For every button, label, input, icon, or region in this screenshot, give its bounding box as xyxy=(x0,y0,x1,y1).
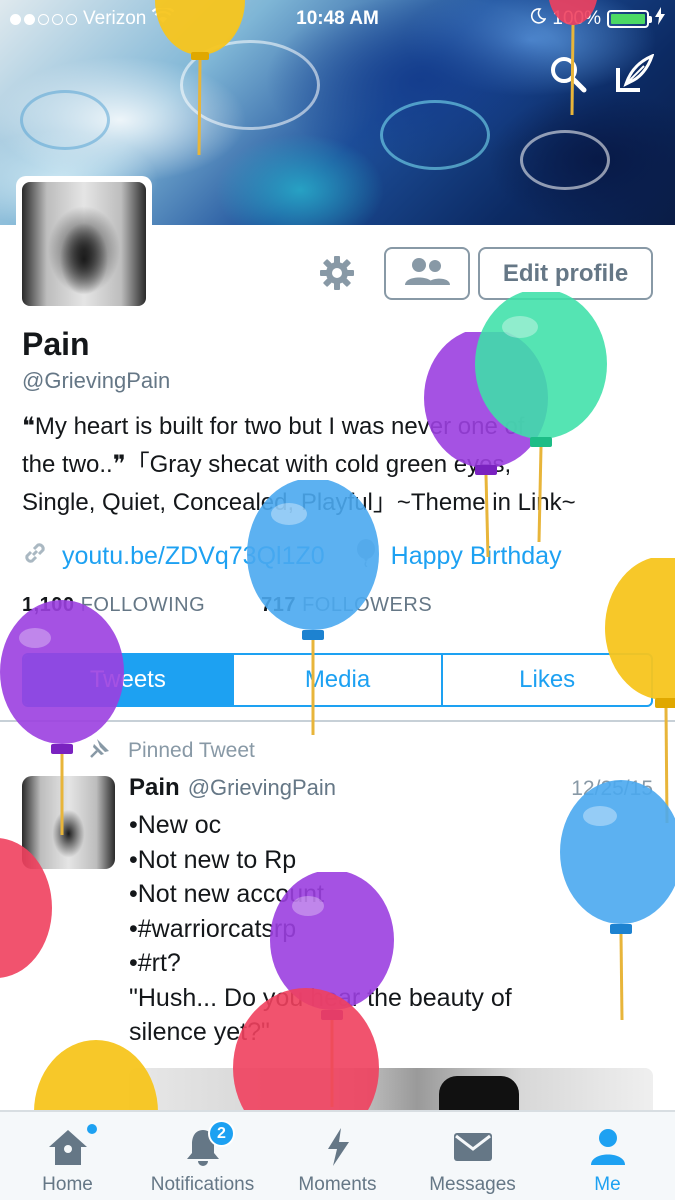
link-icon xyxy=(22,540,48,573)
battery-percent: 100% xyxy=(552,8,601,29)
people-icon xyxy=(402,256,452,291)
profile-link-group: youtu.be/ZDVq73Ql1Z0 xyxy=(22,540,325,573)
bottom-tab-bar: Home 2 Notifications Moments Messages Me xyxy=(0,1110,675,1200)
envelope-icon xyxy=(452,1126,494,1168)
search-icon[interactable] xyxy=(546,52,590,96)
pin-icon xyxy=(88,736,112,766)
status-bar: Verizon 10:48 AM 100% xyxy=(0,0,675,38)
divider xyxy=(0,720,675,722)
tweet-date: 12/25/15 xyxy=(571,777,653,800)
charging-icon xyxy=(655,7,665,31)
profile-website-link[interactable]: youtu.be/ZDVq73Ql1Z0 xyxy=(62,542,325,571)
nav-notifications[interactable]: 2 Notifications xyxy=(135,1112,270,1200)
profile-avatar[interactable] xyxy=(16,176,152,312)
nav-home[interactable]: Home xyxy=(0,1112,135,1200)
person-icon xyxy=(587,1126,629,1168)
birthday-group: Happy Birthday xyxy=(355,538,562,574)
notifications-badge: 2 xyxy=(208,1120,235,1147)
tweet-line: •#warriorcatsrp xyxy=(129,914,297,943)
banner-swirl xyxy=(180,40,320,130)
tweet-line: •Not new to Rp xyxy=(129,845,297,874)
follow-stats: 1,100 FOLLOWING 717 FOLLOWERS xyxy=(22,594,432,617)
nav-messages-label: Messages xyxy=(429,1174,516,1195)
following-label: FOLLOWING xyxy=(80,594,206,616)
tweet-author-avatar[interactable] xyxy=(22,776,115,869)
nav-moments[interactable]: Moments xyxy=(270,1112,405,1200)
tweet-line: •Not new account xyxy=(129,880,324,908)
avatar-image xyxy=(22,182,146,306)
tweet-text[interactable]: •New oc •Not new to Rp •Not new account … xyxy=(129,808,653,1050)
profile-tabs: Tweets Media Likes xyxy=(22,653,653,707)
carrier-name: Verizon xyxy=(83,8,147,29)
signal-dots xyxy=(10,13,77,25)
tweet-header: Pain @GrievingPain 12/25/15 xyxy=(129,774,653,802)
balloon-icon xyxy=(355,538,377,574)
nav-home-label: Home xyxy=(42,1174,93,1195)
banner-swirl xyxy=(20,90,110,150)
pinned-label-row: Pinned Tweet xyxy=(88,736,255,766)
nav-messages[interactable]: Messages xyxy=(405,1112,540,1200)
edit-profile-button[interactable]: Edit profile xyxy=(478,247,653,300)
birthday-text: Happy Birthday xyxy=(390,541,562,570)
lists-button[interactable] xyxy=(384,247,470,300)
wifi-icon xyxy=(152,6,175,30)
tab-tweets[interactable]: Tweets xyxy=(24,655,232,705)
profile-bio: ❝My heart is built for two but I was nev… xyxy=(22,408,662,522)
moon-icon xyxy=(530,8,547,30)
tweet-author-name[interactable]: Pain xyxy=(129,774,180,802)
tab-likes[interactable]: Likes xyxy=(441,655,651,705)
compose-tweet-icon[interactable] xyxy=(612,52,656,96)
tab-media[interactable]: Media xyxy=(231,655,442,705)
settings-gear-button[interactable] xyxy=(314,252,360,298)
battery-icon xyxy=(607,10,652,28)
lightning-icon xyxy=(317,1126,359,1168)
profile-meta: youtu.be/ZDVq73Ql1Z0 Happy Birthday xyxy=(22,536,662,576)
nav-notifications-label: Notifications xyxy=(150,1174,255,1195)
tweet-line: •#rt? xyxy=(129,949,181,977)
bio-line: ❝My heart is built for two but I was nev… xyxy=(22,413,525,440)
home-unread-dot xyxy=(87,1124,97,1134)
home-icon xyxy=(47,1126,89,1168)
signal-dot xyxy=(66,13,77,25)
bio-line: Single, Quiet, Concealed, Playful」~Theme… xyxy=(22,489,576,516)
signal-dot xyxy=(52,13,63,25)
carrier-group: Verizon xyxy=(10,6,175,30)
tweet-line: •New oc xyxy=(129,811,222,839)
nav-me-label: Me xyxy=(594,1174,621,1195)
nav-moments-label: Moments xyxy=(298,1174,377,1195)
followers-count: 717 xyxy=(261,594,297,616)
profile-name: Pain xyxy=(22,326,90,362)
pinned-tweet-label: Pinned Tweet xyxy=(128,739,255,762)
following-count: 1,100 xyxy=(22,594,75,616)
tweet-line: "Hush... Do you hear the beauty of xyxy=(129,983,512,1012)
tweet-author-handle: @GrievingPain xyxy=(187,775,336,800)
gear-icon xyxy=(319,255,355,296)
signal-dot xyxy=(38,13,49,25)
following-stat[interactable]: 1,100 FOLLOWING xyxy=(22,594,205,617)
bio-line: the two..❞「Gray shecat with cold green e… xyxy=(22,451,512,478)
signal-dot xyxy=(10,13,21,25)
profile-handle: @GrievingPain xyxy=(22,368,171,393)
banner-swirl xyxy=(380,100,490,170)
followers-stat[interactable]: 717 FOLLOWERS xyxy=(261,594,432,617)
followers-label: FOLLOWERS xyxy=(302,594,433,616)
nav-me[interactable]: Me xyxy=(540,1112,675,1200)
status-right: 100% xyxy=(530,7,665,31)
tweet-line: silence yet?" xyxy=(129,1018,270,1046)
signal-dot xyxy=(24,13,35,25)
banner-swirl xyxy=(520,130,610,190)
